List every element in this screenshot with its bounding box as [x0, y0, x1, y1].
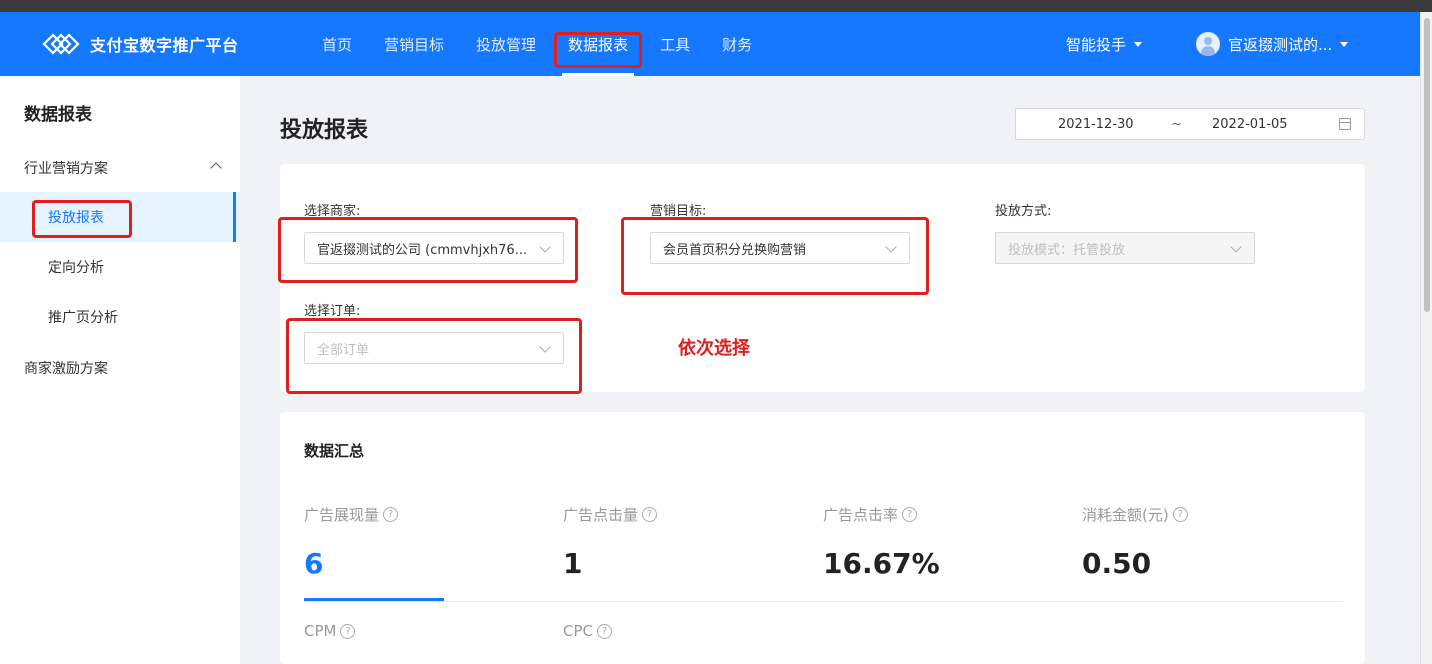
logo-text: 支付宝数字推广平台 — [90, 36, 239, 55]
filter-panel: 选择商家: 官返掇测试的公司 (cmmvhjxh76... 营销目标: 会员首页… — [278, 164, 1365, 394]
help-icon[interactable]: ? — [1172, 507, 1188, 522]
avatar-icon — [1196, 32, 1220, 56]
metric-value: 1 — [563, 547, 583, 580]
highlight-box-order — [286, 318, 582, 394]
smart-assistant-label: 智能投手 — [1066, 35, 1127, 54]
sidebar-group-label: 行业营销方案 — [24, 161, 108, 177]
nav-tools-label: 工具 — [660, 35, 691, 54]
sidebar-group-label: 商家激励方案 — [24, 361, 108, 377]
sidebar-item-targeting-analysis[interactable]: 定向分析 — [0, 242, 240, 292]
highlight-box-sidebar — [32, 200, 132, 238]
calendar-icon — [1339, 118, 1351, 130]
sidebar-item-landing-page-analysis[interactable]: 推广页分析 — [0, 292, 240, 342]
help-icon[interactable]: ? — [340, 623, 356, 639]
chevron-down-icon — [1230, 241, 1242, 253]
help-icon[interactable]: ? — [383, 507, 399, 522]
user-name: 官返掇测试的... — [1228, 35, 1333, 54]
nav-home[interactable]: 首页 — [306, 12, 368, 76]
help-icon[interactable]: ? — [642, 507, 658, 522]
metric-label: CPM — [304, 622, 337, 640]
scrollbar-thumb[interactable] — [1424, 18, 1430, 312]
main-nav: 首页 营销目标 投放管理 数据报表 工具 财务 — [306, 12, 768, 76]
page-title: 投放报表 — [280, 118, 369, 143]
data-summary-card: 数据汇总 广告展现量? 6 广告点击量? 1 广告点击率? 16.67% 消耗金… — [280, 412, 1365, 664]
sidebar-title: 数据报表 — [24, 105, 92, 125]
metric-spend[interactable]: 消耗金额(元)? 0.50 — [1082, 504, 1322, 580]
data-summary-title: 数据汇总 — [304, 442, 365, 460]
highlight-box-goal — [621, 217, 929, 295]
alipay-logo-icon — [40, 28, 82, 60]
order-label: 选择订单: — [304, 304, 361, 319]
metric-label: 消耗金额(元) — [1082, 506, 1169, 524]
nav-finance[interactable]: 财务 — [706, 12, 768, 76]
metric-divider — [304, 601, 1342, 602]
top-header: 支付宝数字推广平台 首页 营销目标 投放管理 数据报表 工具 财务 智能投手 官… — [0, 12, 1420, 76]
sidebar-item-label: 推广页分析 — [48, 310, 118, 326]
sidebar-group-merchant-incentive[interactable]: 商家激励方案 — [0, 348, 240, 388]
metric-value: 6 — [304, 547, 324, 580]
metric-impressions[interactable]: 广告展现量? 6 — [304, 504, 544, 580]
date-separator: ~ — [1171, 116, 1182, 132]
nav-data-reports[interactable]: 数据报表 — [552, 12, 644, 76]
nav-marketing-goal[interactable]: 营销目标 — [368, 12, 460, 76]
page-scrollbar[interactable] — [1420, 12, 1432, 664]
nav-campaign-management-label: 投放管理 — [476, 35, 537, 54]
sidebar-group-industry[interactable]: 行业营销方案 — [0, 148, 240, 188]
browser-top-strip — [0, 0, 1432, 12]
metric-label: 广告点击率 — [823, 506, 899, 524]
caret-down-icon — [1340, 41, 1349, 47]
nav-campaign-management[interactable]: 投放管理 — [460, 12, 552, 76]
metric-value: 0.50 — [1082, 547, 1152, 580]
metric-clicks[interactable]: 广告点击量? 1 — [563, 504, 803, 580]
metric-label: CPC — [563, 622, 593, 640]
nav-marketing-goal-label: 营销目标 — [384, 35, 445, 54]
metric-cpm[interactable]: CPM? — [304, 622, 544, 640]
metric-label: 广告展现量 — [304, 506, 380, 524]
date-end[interactable]: 2022-01-05 — [1212, 117, 1288, 132]
date-start[interactable]: 2021-12-30 — [1058, 117, 1134, 132]
sidebar: 数据报表 行业营销方案 投放报表 定向分析 推广页分析 商家激励方案 — [0, 76, 240, 664]
caret-down-icon — [1134, 41, 1143, 47]
annotation-text: 依次选择 — [678, 338, 750, 359]
sidebar-item-label: 定向分析 — [48, 260, 104, 276]
help-icon[interactable]: ? — [597, 623, 612, 639]
date-range-picker[interactable]: 2021-12-30 ~ 2022-01-05 — [1015, 108, 1365, 140]
metric-cpc[interactable]: CPC? — [563, 622, 803, 640]
metric-ctr[interactable]: 广告点击率? 16.67% — [823, 504, 1063, 580]
logo[interactable]: 支付宝数字推广平台 — [40, 28, 239, 60]
method-label: 投放方式: — [995, 204, 1052, 219]
metric-value: 16.67% — [823, 547, 940, 580]
metric-label: 广告点击量 — [563, 506, 639, 524]
method-select-placeholder: 投放模式：托管投放 — [1008, 242, 1126, 258]
nav-tools[interactable]: 工具 — [644, 12, 706, 76]
help-icon[interactable]: ? — [902, 507, 918, 522]
chevron-up-icon — [210, 162, 222, 174]
highlight-box-merchant — [278, 217, 578, 283]
nav-home-label: 首页 — [322, 35, 353, 54]
method-select: 投放模式：托管投放 — [995, 232, 1255, 264]
highlight-box-nav — [554, 32, 643, 68]
smart-assistant-dropdown[interactable]: 智能投手 — [1066, 12, 1143, 76]
nav-finance-label: 财务 — [722, 35, 753, 54]
user-menu[interactable]: 官返掇测试的... — [1196, 12, 1349, 76]
